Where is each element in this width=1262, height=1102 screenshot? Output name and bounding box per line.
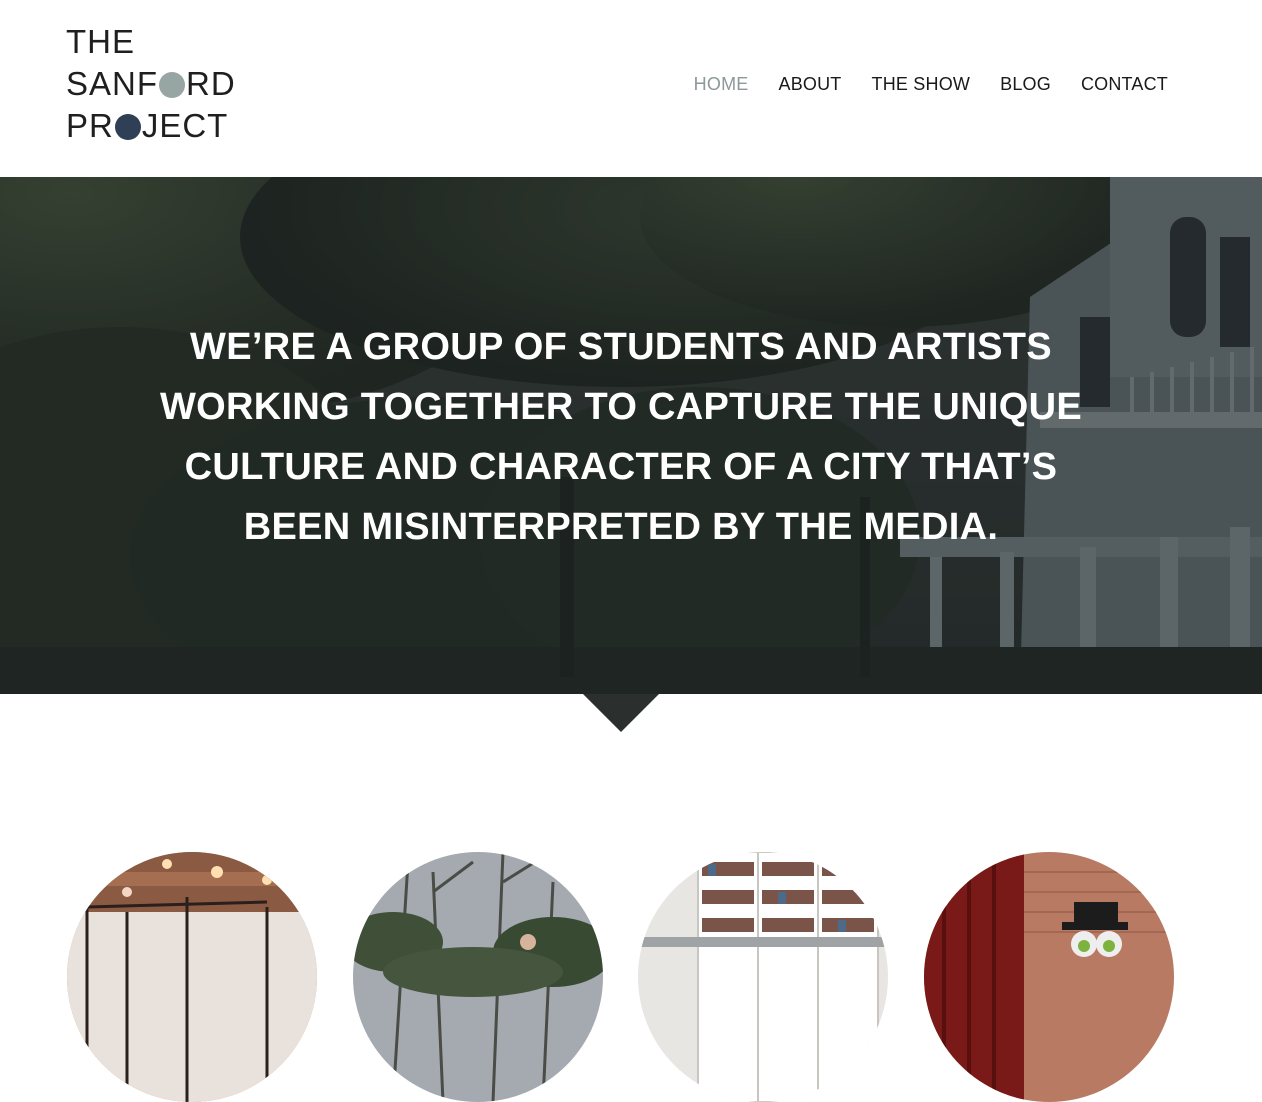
nav-contact[interactable]: CONTACT [1081,74,1168,95]
photo-bookstore-reading [638,852,888,1102]
hero-line-2: WORKING TOGETHER TO CAPTURE THE UNIQUE [159,386,1083,428]
hero-line-3: CULTURE AND CHARACTER OF A CITY THAT’S [184,446,1058,488]
logo-line-2: SANF RD [66,64,236,104]
nav-home[interactable]: HOME [694,74,749,95]
logo-circle-gray [159,72,186,98]
logo-line-2-end: RD [186,65,236,102]
hero-line-4: BEEN MISINTERPRETED BY THE MEDIA. [243,506,999,548]
feature-circle-gallery-room[interactable] [67,852,317,1102]
photo-theater-stage [924,852,1174,1102]
feature-circle-theater[interactable] [924,852,1174,1102]
hero-line-1: WE’RE A GROUP OF STUDENTS AND ARTISTS [190,326,1052,368]
hero-pointer-arrow [583,694,659,732]
main-nav: HOME ABOUT THE SHOW BLOG CONTACT [694,72,1168,96]
nav-about[interactable]: ABOUT [778,74,841,95]
photo-forest-group [353,852,603,1102]
hero-banner: WE’RE A GROUP OF STUDENTS AND ARTISTS WO… [0,177,1262,694]
feature-circle-bookstore[interactable] [638,852,888,1102]
site-header: THE SANF RD PR JECT HOME ABOUT THE SHOW BL… [0,0,1262,177]
nav-the-show[interactable]: THE SHOW [872,74,971,95]
feature-circles [0,852,1262,1102]
photo-gallery-room [67,852,317,1102]
logo-line-3-start: PR [66,107,114,144]
logo-line-3: PR JECT [66,106,228,146]
logo-line-2-start: SANF [66,65,159,102]
logo-line-3-end: JECT [141,107,229,144]
nav-blog[interactable]: BLOG [1000,74,1051,95]
site-logo[interactable]: THE SANF RD PR JECT [66,22,246,146]
logo-line-1: THE [66,23,135,60]
logo-circle-navy [114,114,141,140]
feature-circle-forest-group[interactable] [353,852,603,1102]
hero-statement: WE’RE A GROUP OF STUDENTS AND ARTISTS WO… [150,317,1092,557]
